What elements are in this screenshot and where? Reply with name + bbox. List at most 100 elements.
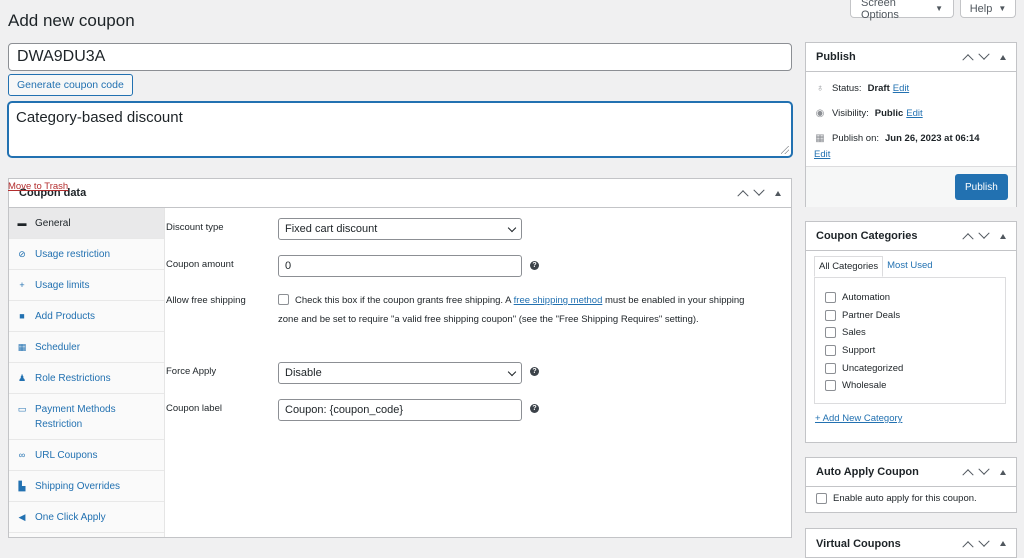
- move-to-trash-link[interactable]: Move to Trash: [8, 181, 68, 192]
- help-button[interactable]: Help ▼: [960, 0, 1016, 18]
- status-value: Draft: [867, 83, 890, 94]
- chevron-down-icon: [507, 367, 517, 376]
- calendar-icon: ▦: [17, 341, 27, 352]
- tab-all-categories[interactable]: All Categories: [814, 256, 884, 277]
- discount-type-value: Fixed cart discount: [285, 223, 378, 235]
- coupon-label-input[interactable]: Coupon: {coupon_code}: [278, 399, 522, 421]
- category-checkbox[interactable]: [825, 363, 836, 374]
- coupon-data-tabs: ▬ General ⊘ Usage restriction + Usage li…: [9, 208, 165, 537]
- tab-most-used[interactable]: Most Used: [883, 256, 936, 277]
- tab-scheduler[interactable]: ▦ Scheduler: [9, 332, 164, 363]
- calendar-icon: ▦: [815, 133, 825, 144]
- wrench-icon: ▬: [17, 218, 27, 228]
- free-shipping-text: Check this box if the coupon grants free…: [295, 295, 514, 306]
- help-icon[interactable]: ?: [530, 404, 539, 413]
- publish-on-value: Jun 26, 2023 at 06:14: [885, 133, 980, 144]
- move-down-icon[interactable]: [753, 184, 765, 196]
- category-label: Automation: [842, 292, 891, 303]
- edit-visibility-link[interactable]: Edit: [906, 108, 922, 119]
- tab-label: URL Coupons: [35, 449, 98, 461]
- move-up-icon[interactable]: [962, 233, 974, 245]
- tab-usage-limits[interactable]: + Usage limits: [9, 270, 164, 301]
- virtual-coupons-panel: Virtual Coupons: [805, 528, 1017, 558]
- visibility-label: Visibility:: [832, 108, 869, 119]
- coupon-code-input[interactable]: DWA9DU3A: [8, 43, 792, 71]
- collapse-toggle-icon[interactable]: [1000, 54, 1006, 60]
- category-checkbox[interactable]: [825, 292, 836, 303]
- move-up-icon[interactable]: [962, 540, 974, 552]
- force-apply-select[interactable]: Disable: [278, 362, 522, 384]
- coupon-amount-input[interactable]: 0: [278, 255, 522, 277]
- category-checkbox[interactable]: [825, 380, 836, 391]
- category-checkbox[interactable]: [825, 327, 836, 338]
- move-up-icon[interactable]: [737, 190, 749, 202]
- chevron-down-icon: [507, 223, 517, 232]
- free-shipping-checkbox[interactable]: [278, 294, 289, 305]
- description-text: Category-based discount: [16, 109, 183, 126]
- tab-url-coupons[interactable]: ∞ URL Coupons: [9, 440, 164, 471]
- category-checkbox[interactable]: [825, 345, 836, 356]
- move-up-icon[interactable]: [962, 54, 974, 66]
- move-down-icon[interactable]: [978, 463, 990, 475]
- move-down-icon[interactable]: [978, 227, 990, 239]
- screen-options-button[interactable]: Screen Options ▼: [850, 0, 954, 21]
- tab-label: Scheduler: [35, 341, 81, 353]
- auto-apply-panel: Auto Apply Coupon Enable auto apply for …: [805, 457, 1017, 513]
- help-icon[interactable]: ?: [530, 261, 539, 270]
- free-shipping-description: Check this box if the coupon grants free…: [278, 291, 748, 329]
- collapse-toggle-icon[interactable]: [1000, 469, 1006, 475]
- auto-apply-checkbox[interactable]: [816, 493, 827, 504]
- resize-handle-icon[interactable]: [781, 146, 789, 154]
- tab-label: One Click Apply: [35, 511, 106, 523]
- category-item[interactable]: Automation: [825, 292, 890, 303]
- user-icon: ♟: [17, 372, 27, 383]
- status-row: ♁ Status: Draft Edit: [814, 83, 909, 94]
- tab-payment-methods-restriction[interactable]: ▭ Payment Methods Restriction: [9, 394, 164, 440]
- category-label: Uncategorized: [842, 363, 904, 374]
- discount-type-select[interactable]: Fixed cart discount: [278, 218, 522, 240]
- publish-button[interactable]: Publish: [955, 174, 1008, 200]
- force-apply-value: Disable: [285, 367, 322, 379]
- add-new-category-link[interactable]: + Add New Category: [815, 413, 902, 424]
- help-icon[interactable]: ?: [530, 367, 539, 376]
- eye-icon: ◉: [815, 108, 825, 119]
- tab-label: Shipping Overrides: [35, 480, 121, 492]
- category-item[interactable]: Uncategorized: [825, 363, 903, 374]
- category-item[interactable]: Wholesale: [825, 380, 886, 391]
- auto-apply-header: Auto Apply Coupon: [806, 458, 1016, 487]
- category-label: Wholesale: [842, 380, 887, 391]
- categories-header: Coupon Categories: [806, 222, 1016, 251]
- move-down-icon[interactable]: [978, 48, 990, 60]
- publish-title: Publish: [816, 51, 856, 63]
- tab-shipping-overrides[interactable]: ▙ Shipping Overrides: [9, 471, 164, 502]
- tab-usage-restriction[interactable]: ⊘ Usage restriction: [9, 239, 164, 270]
- tab-role-restrictions[interactable]: ♟ Role Restrictions: [9, 363, 164, 394]
- edit-publish-date-link[interactable]: Edit: [814, 149, 830, 160]
- tab-label: Usage restriction: [35, 248, 111, 260]
- help-label: Help: [969, 2, 993, 15]
- generate-coupon-code-button[interactable]: Generate coupon code: [8, 74, 133, 96]
- coupon-label-value: Coupon: {coupon_code}: [285, 404, 404, 416]
- publish-on-label: Publish on:: [832, 133, 880, 144]
- category-checkbox[interactable]: [825, 310, 836, 321]
- card-icon: ▭: [17, 404, 27, 414]
- pin-icon: ♁: [816, 83, 824, 94]
- tab-one-click-apply[interactable]: ◀ One Click Apply: [9, 502, 164, 533]
- category-item[interactable]: Support: [825, 345, 875, 356]
- tab-label: Payment Methods Restriction: [35, 404, 116, 430]
- tab-add-products[interactable]: ■ Add Products: [9, 301, 164, 332]
- coupon-description-textarea[interactable]: Category-based discount: [8, 102, 792, 157]
- category-tabs: All Categories Most Used: [814, 256, 937, 277]
- edit-status-link[interactable]: Edit: [893, 83, 909, 94]
- collapse-toggle-icon[interactable]: [1000, 233, 1006, 239]
- move-up-icon[interactable]: [962, 469, 974, 481]
- tab-general[interactable]: ▬ General: [9, 208, 164, 239]
- category-item[interactable]: Sales: [825, 327, 866, 338]
- auto-apply-option[interactable]: Enable auto apply for this coupon.: [816, 493, 977, 504]
- plus-icon: +: [19, 280, 25, 290]
- move-down-icon[interactable]: [978, 535, 990, 547]
- category-item[interactable]: Partner Deals: [825, 310, 900, 321]
- free-shipping-method-link[interactable]: free shipping method: [514, 295, 603, 306]
- collapse-toggle-icon[interactable]: [775, 190, 781, 196]
- collapse-toggle-icon[interactable]: [1000, 541, 1006, 546]
